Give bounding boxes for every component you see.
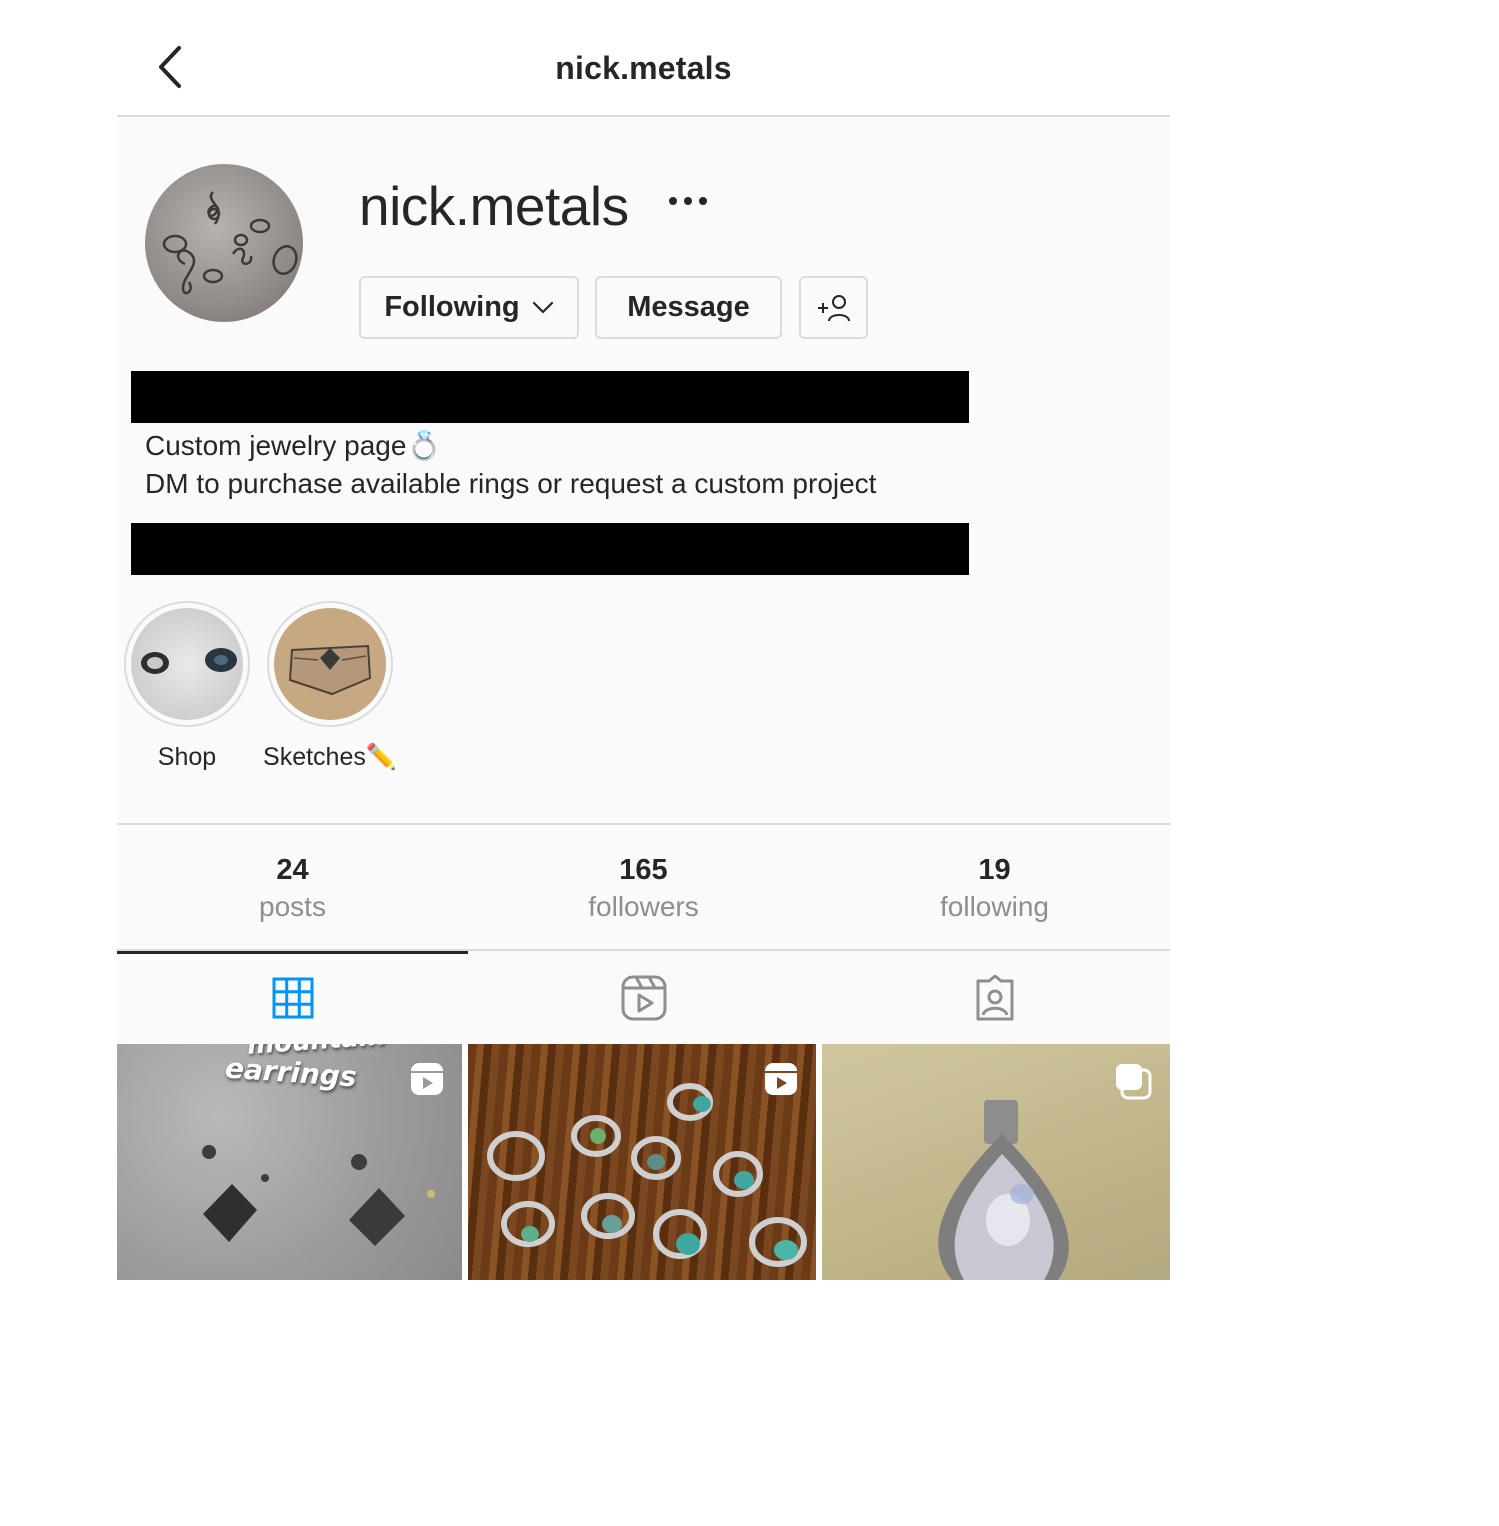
following-button-label: Following [384,291,520,323]
post-grid: mountain earrings [117,1044,1170,1280]
suggested-accounts-button[interactable] [799,276,868,339]
highlight-shop[interactable]: Shop [124,601,250,771]
bio-line: Custom jewelry page💍 [145,430,442,461]
followers-count: 165 [619,854,668,886]
highlight-shop-image [131,608,243,720]
tagged-icon [976,974,1013,1020]
following-button[interactable]: Following [359,276,579,339]
posts-label: posts [259,891,326,922]
bio-line: DM to purchase available rings or reques… [145,468,877,499]
profile-header: nick.metals Following Message Custom jew… [117,117,1170,823]
reels-icon [765,1063,797,1095]
message-button[interactable]: Message [595,276,782,339]
reels-icon [411,1063,443,1095]
profile-username: nick.metals [359,175,629,237]
following-stat[interactable]: 19 following [819,825,1170,949]
tab-reels[interactable] [468,951,819,1044]
avatar-rings-image [162,191,298,295]
carousel-icon [1116,1064,1152,1100]
more-options-button[interactable] [663,177,713,223]
post-type-badge [1114,1062,1152,1105]
post-tile[interactable]: mountain earrings [117,1044,462,1280]
top-navigation-bar: nick.metals [117,0,1170,117]
tab-posts-grid[interactable] [117,951,468,1044]
following-label: following [940,891,1049,922]
grid-icon [272,977,313,1018]
post-tile[interactable] [822,1044,1170,1280]
followers-stat[interactable]: 165 followers [468,825,819,949]
redacted-block [131,371,969,423]
following-count: 19 [978,854,1011,886]
profile-screen: nick.metals nick.metals Following Messag… [117,0,1170,1280]
followers-label: followers [588,891,699,922]
highlight-sketches[interactable]: Sketches✏️ [263,601,397,771]
reels-icon [621,975,666,1020]
profile-stats: 24 posts 165 followers 19 following [117,823,1170,951]
avatar[interactable] [145,164,303,322]
post-type-badge [764,1062,798,1101]
post-type-badge [410,1062,444,1101]
add-person-icon [817,294,850,321]
page-title: nick.metals [555,50,732,86]
redacted-block [131,523,969,575]
posts-stat[interactable]: 24 posts [117,825,468,949]
highlight-label: Sketches✏️ [263,743,397,771]
message-button-label: Message [627,291,750,323]
tab-tagged[interactable] [819,951,1170,1044]
profile-bio: Custom jewelry page💍 DM to purchase avai… [145,427,876,503]
post-tile[interactable] [468,1044,816,1280]
chevron-down-icon [532,301,553,313]
content-tabs [117,951,1170,1044]
posts-count: 24 [276,854,309,886]
highlight-sketches-image [274,608,386,720]
ellipsis-icon [669,197,677,205]
